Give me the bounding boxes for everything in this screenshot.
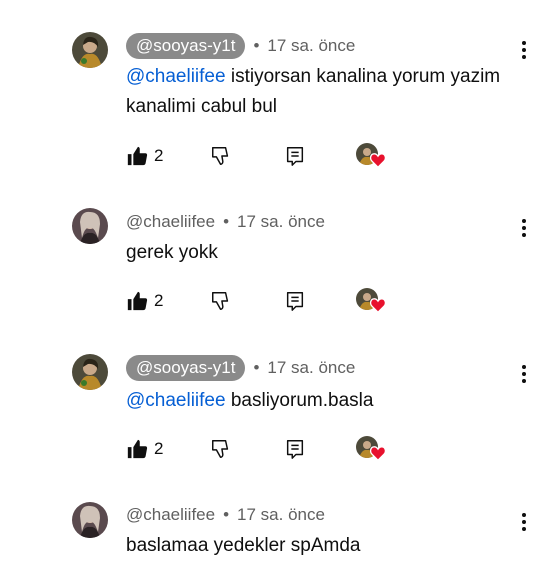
dislike-button[interactable] [210,142,232,170]
comment-body: baslamaa yedekler spAmda [126,535,361,556]
more-vertical-icon [522,513,526,517]
dislike-button[interactable] [210,435,232,463]
more-dot [522,527,526,531]
comment-actions: 2 [126,142,396,170]
comment-text: @chaeliifee istiyorsan kanalina yorum ya… [126,62,506,122]
comment-text: @chaeliifee basliyorum.basla [126,386,506,416]
like-button[interactable]: 2 [126,287,163,315]
like-count: 2 [154,291,164,310]
comment-header: @sooyas-y1t • 17 sa. önce [126,354,355,382]
more-dot [522,379,526,383]
comment-actions: 2 [126,287,396,315]
thumbs-up-filled-icon [127,146,148,166]
like-button[interactable]: 2 [126,142,163,170]
creator-heart-icon [370,446,386,461]
more-dot [522,226,526,230]
comment-actions: 2 [126,435,396,463]
more-options-button[interactable] [518,216,530,240]
more-vertical-icon [522,219,526,223]
author-handle[interactable]: @chaeliifee [126,505,215,525]
dislike-button[interactable] [210,287,232,315]
thumbs-down-outline-icon [212,292,229,310]
thumbs-down-outline-icon [212,440,229,458]
reply-comment-icon [286,292,304,311]
reply-comment-icon [286,440,304,459]
like-count: 2 [154,439,164,458]
author-handle[interactable]: @chaeliifee [126,212,215,232]
like-button[interactable]: 2 [126,435,163,463]
avatar-image [72,208,108,244]
avatar[interactable] [72,354,108,390]
author-handle[interactable]: @sooyas-y1t [126,355,246,381]
avatar-image [72,32,108,68]
avatar-image [72,354,108,390]
creator-heart [356,142,386,170]
more-options-button[interactable] [518,362,530,386]
mention-link[interactable]: @chaeliifee [126,66,226,87]
comment-text: baslamaa yedekler spAmda [126,531,506,561]
creator-heart-icon [370,298,386,313]
reply-comment-icon [286,147,304,166]
more-dot [522,233,526,237]
more-dot [522,48,526,52]
more-vertical-icon [522,365,526,369]
comment-time[interactable]: 17 sa. önce [267,358,355,378]
comment-time[interactable]: 17 sa. önce [237,212,325,232]
more-options-button[interactable] [518,510,530,534]
comment-header: @sooyas-y1t • 17 sa. önce [126,32,355,60]
more-dot [522,55,526,59]
creator-heart-icon [370,153,386,168]
separator-dot: • [223,212,230,231]
comment-header: @chaeliifee • 17 sa. önce [126,501,325,529]
avatar[interactable] [72,502,108,538]
more-dot [522,520,526,524]
avatar[interactable] [72,208,108,244]
avatar[interactable] [72,32,108,68]
reply-button[interactable] [284,435,306,463]
separator-dot: • [253,358,260,377]
creator-heart [356,287,386,315]
like-count: 2 [154,146,164,165]
thumbs-down-outline-icon [212,147,229,165]
comment-header: @chaeliifee • 17 sa. önce [126,208,325,236]
more-vertical-icon [522,41,526,45]
separator-dot: • [253,36,260,55]
mention-link[interactable]: @chaeliifee [126,390,226,411]
avatar-image [72,502,108,538]
thumbs-up-filled-icon [127,291,148,311]
separator-dot: • [223,505,230,524]
reply-button[interactable] [284,287,306,315]
comment-body: gerek yokk [126,242,218,263]
more-options-button[interactable] [518,38,530,62]
comment-text: gerek yokk [126,238,506,268]
thumbs-up-filled-icon [127,439,148,459]
author-handle[interactable]: @sooyas-y1t [126,33,246,59]
more-dot [522,372,526,376]
comment-time[interactable]: 17 sa. önce [267,36,355,56]
reply-button[interactable] [284,142,306,170]
creator-heart [356,435,386,463]
comment-body: basliyorum.basla [225,390,374,411]
comment-time[interactable]: 17 sa. önce [237,505,325,525]
